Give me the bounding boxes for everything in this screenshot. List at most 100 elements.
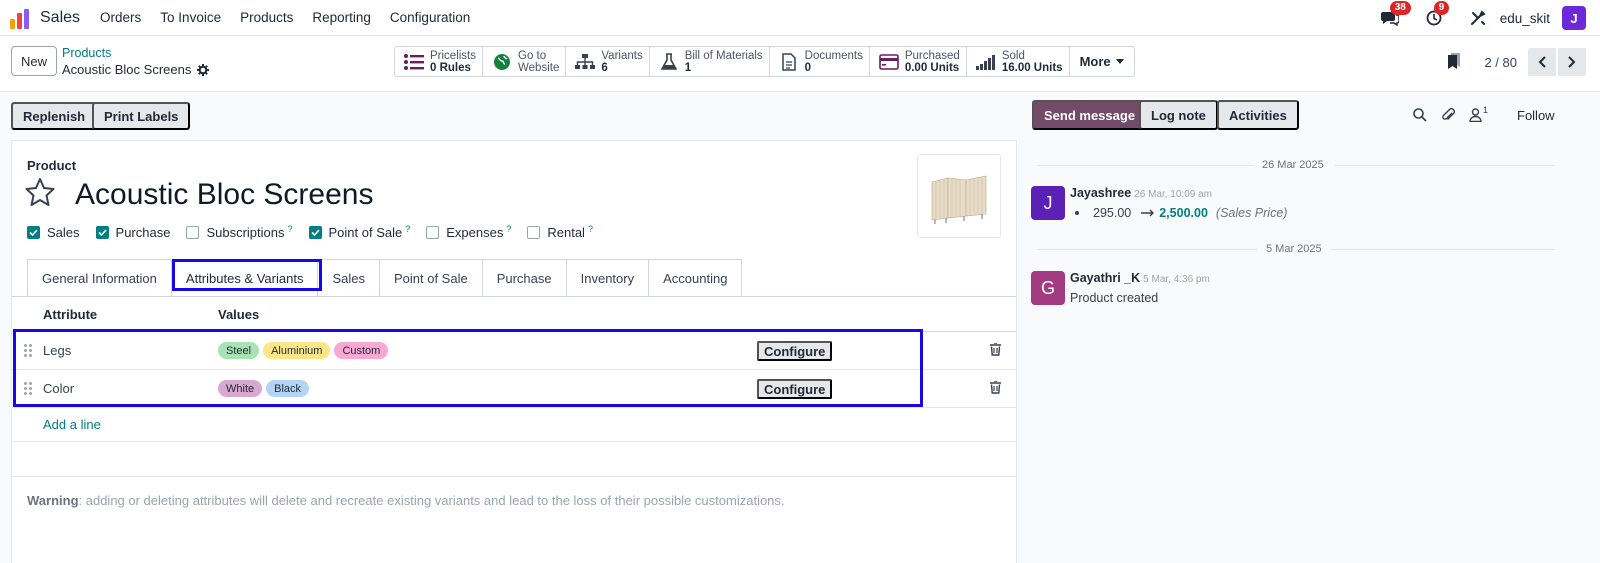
sales-app-icon[interactable] <box>10 7 32 29</box>
checkbox-subscriptions[interactable]: Subscriptions ? <box>186 224 293 240</box>
go-to-website-button[interactable]: Go to Website <box>483 47 567 76</box>
menu-reporting[interactable]: Reporting <box>312 10 371 25</box>
attribute-values[interactable]: Steel Aluminium Custom <box>218 342 389 359</box>
signal-icon <box>975 52 997 72</box>
tab-purchase[interactable]: Purchase <box>482 259 567 297</box>
checkmark-icon <box>29 229 38 236</box>
avatar[interactable]: J <box>1031 186 1065 220</box>
column-attribute[interactable]: Attribute <box>43 307 97 322</box>
search-icon[interactable] <box>1413 108 1427 122</box>
help-tooltip-icon[interactable]: ? <box>588 224 593 234</box>
product-name-field[interactable]: Acoustic Bloc Screens <box>75 178 373 212</box>
checkbox-sales-box[interactable] <box>27 226 40 239</box>
checkbox-rental[interactable]: Rental ? <box>527 224 593 240</box>
followers-button[interactable]: 1 <box>1469 105 1489 122</box>
send-message-button[interactable]: Send message <box>1032 100 1148 130</box>
tab-attributes-variants[interactable]: Attributes & Variants <box>171 259 319 297</box>
main-menu: Orders To Invoice Products Reporting Con… <box>100 10 489 25</box>
menu-orders[interactable]: Orders <box>100 10 141 25</box>
star-icon[interactable] <box>24 177 56 210</box>
avatar[interactable]: G <box>1031 271 1065 305</box>
user-icon <box>1469 108 1482 122</box>
product-field-label: Product <box>27 158 77 173</box>
variants-button[interactable]: Variants 6 <box>566 47 650 76</box>
checkbox-expenses[interactable]: Expenses ? <box>426 224 511 240</box>
more-button[interactable]: More <box>1070 47 1134 76</box>
configure-button[interactable]: Configure <box>757 341 833 361</box>
checkbox-purchase[interactable]: Purchase <box>95 225 170 240</box>
drag-handle-icon[interactable] <box>24 382 32 398</box>
checkbox-sales[interactable]: Sales <box>27 225 80 240</box>
help-tooltip-icon[interactable]: ? <box>288 224 293 234</box>
trash-icon[interactable] <box>990 342 1001 359</box>
followers-count: 1 <box>1483 105 1489 115</box>
product-type-checkboxes: Sales Purchase Subscriptions ? Point of … <box>27 224 609 240</box>
pager-previous-button[interactable] <box>1528 48 1556 76</box>
bom-count: 1 <box>684 61 692 74</box>
activities-button[interactable]: Activities <box>1217 100 1299 130</box>
author-name[interactable]: Jayashree <box>1070 186 1131 200</box>
menu-configuration[interactable]: Configuration <box>390 10 470 25</box>
gear-icon[interactable] <box>197 63 210 76</box>
bill-of-materials-button[interactable]: Bill of Materials 1 <box>650 47 770 76</box>
product-image[interactable] <box>917 154 1001 238</box>
tab-general-information[interactable]: General Information <box>27 259 172 297</box>
attribute-name[interactable]: Color <box>43 381 74 396</box>
checkbox-point-of-sale[interactable]: Point of Sale ? <box>308 224 410 240</box>
attribute-values[interactable]: White Black <box>218 380 310 397</box>
tab-inventory[interactable]: Inventory <box>566 259 650 297</box>
pricelists-value: 0 Rules <box>430 61 471 74</box>
globe-icon <box>491 52 513 72</box>
purchased-button[interactable]: Purchased 0.00 Units <box>870 47 967 76</box>
messages-button[interactable]: 38 <box>1378 1 1411 30</box>
checkbox-pos-box[interactable] <box>308 226 322 239</box>
date-separator: 26 Mar 2025 <box>1262 159 1324 171</box>
checkbox-rental-box[interactable] <box>527 226 541 239</box>
pager-next-button[interactable] <box>1558 48 1586 76</box>
divider <box>12 476 1016 477</box>
configure-button[interactable]: Configure <box>757 379 833 399</box>
pricelists-button[interactable]: Pricelists 0 Rules <box>395 47 484 76</box>
column-values[interactable]: Values <box>218 307 259 322</box>
tab-point-of-sale[interactable]: Point of Sale <box>379 259 483 297</box>
drag-handle-icon[interactable] <box>24 344 32 360</box>
help-tooltip-icon[interactable]: ? <box>506 224 511 234</box>
checkbox-purchase-box[interactable] <box>95 226 109 239</box>
attribute-name[interactable]: Legs <box>43 343 71 358</box>
debug-tools-button[interactable] <box>1466 6 1490 30</box>
divider <box>1335 165 1555 166</box>
company-name[interactable]: edu_skit <box>1500 11 1550 26</box>
tab-accounting[interactable]: Accounting <box>649 259 743 297</box>
checkbox-pos-label: Point of Sale <box>328 225 403 240</box>
paperclip-icon[interactable] <box>1441 107 1455 123</box>
replenish-button[interactable]: Replenish <box>11 102 98 130</box>
menu-products[interactable]: Products <box>240 10 293 25</box>
bom-label: Bill of Materials <box>684 49 763 62</box>
menu-to-invoice[interactable]: To Invoice <box>160 10 221 25</box>
follow-button[interactable]: Follow <box>1517 108 1555 123</box>
app-name[interactable]: Sales <box>40 9 80 27</box>
help-tooltip-icon[interactable]: ? <box>405 224 410 234</box>
bookmark-icon[interactable] <box>1448 52 1461 72</box>
trash-icon[interactable] <box>990 380 1001 397</box>
product-form-sheet: Product Acoustic Bloc Screens Sales Purc… <box>11 140 1017 563</box>
new-button[interactable]: New <box>11 46 58 76</box>
checkbox-expenses-box[interactable] <box>426 226 440 239</box>
table-row[interactable]: Legs Steel Aluminium Custom Configure <box>12 332 1016 370</box>
sold-button[interactable]: Sold 16.00 Units <box>967 47 1070 76</box>
checkbox-rental-label: Rental <box>547 225 585 240</box>
documents-button[interactable]: Documents 0 <box>770 47 870 76</box>
print-labels-button[interactable]: Print Labels <box>92 102 191 130</box>
documents-count: 0 <box>804 61 812 74</box>
checkbox-subscriptions-box[interactable] <box>186 226 200 239</box>
breadcrumb-products[interactable]: Products <box>62 46 111 60</box>
table-row[interactable]: Color White Black Configure <box>12 370 1016 408</box>
activities-button[interactable]: 9 <box>1422 1 1450 30</box>
log-note-button[interactable]: Log note <box>1139 100 1218 130</box>
user-avatar[interactable]: J <box>1562 6 1586 30</box>
pager-value[interactable]: 2 / 80 <box>1484 55 1517 70</box>
date-separator: 5 Mar 2025 <box>1266 243 1322 255</box>
tab-sales[interactable]: Sales <box>318 259 380 297</box>
author-name[interactable]: Gayathri _K <box>1070 271 1140 285</box>
add-a-line-link[interactable]: Add a line <box>43 417 101 432</box>
